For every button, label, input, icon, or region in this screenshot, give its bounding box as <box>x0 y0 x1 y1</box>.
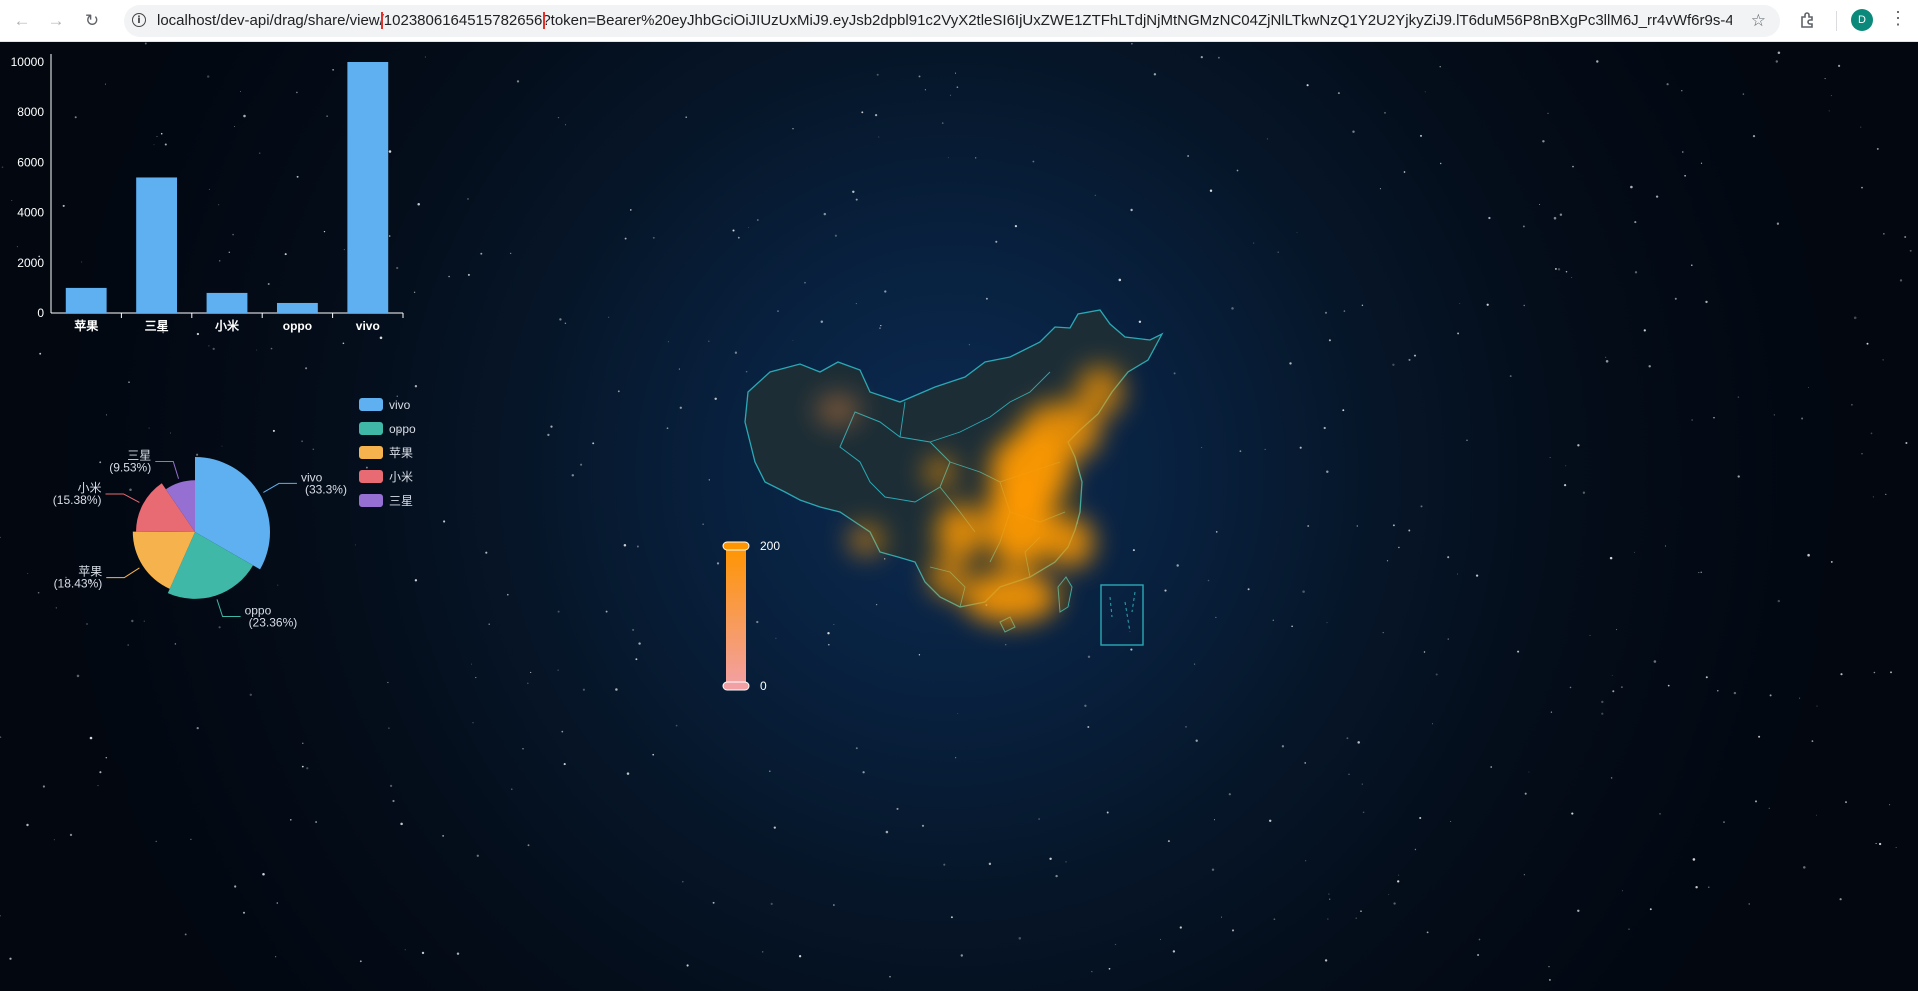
nine-dash-line <box>1109 591 1136 633</box>
url-text[interactable]: localhost/dev-api/drag/share/view/102380… <box>157 12 1732 29</box>
china-heat-map: 200 0 <box>722 309 1164 693</box>
visual-map-min-label: 0 <box>760 679 767 693</box>
profile-avatar[interactable]: D <box>1851 9 1873 31</box>
taiwan-shape <box>1057 576 1073 613</box>
address-bar[interactable]: i localhost/dev-api/drag/share/view/1023… <box>124 5 1780 37</box>
bookmark-star-icon[interactable]: ☆ <box>1751 11 1766 31</box>
url-query: ?token=Bearer%20eyJhbGciOiJIUzUxMiJ9.eyJ… <box>542 12 1732 29</box>
reload-icon[interactable]: ↻ <box>80 9 104 33</box>
url-prefix: localhost/dev-api/drag/share/view/ <box>157 12 384 29</box>
url-share-id: 1023806164515782656 <box>380 12 546 29</box>
back-arrow-icon[interactable]: ← <box>10 9 34 33</box>
browser-toolbar: ← → ↻ i localhost/dev-api/drag/share/vie… <box>0 0 1918 42</box>
extensions-icon[interactable] <box>1798 10 1818 30</box>
more-menu-icon[interactable]: ⋮ <box>1888 8 1908 32</box>
visual-map-bar <box>726 546 746 686</box>
south-china-sea-inset <box>1100 584 1144 646</box>
site-info-icon[interactable]: i <box>132 13 146 27</box>
forward-arrow-icon[interactable]: → <box>44 9 68 33</box>
visual-map-max-label: 200 <box>760 539 780 553</box>
dashboard-canvas: 0 2000 4000 6000 8000 10000 苹果 三星 小米 oppo vivo viv… <box>0 42 1918 991</box>
visual-map-legend[interactable]: 200 0 <box>722 539 780 693</box>
toolbar-divider <box>1836 11 1837 31</box>
visual-map-handle-top[interactable] <box>722 541 750 551</box>
visual-map-handle-bottom[interactable] <box>722 681 750 691</box>
